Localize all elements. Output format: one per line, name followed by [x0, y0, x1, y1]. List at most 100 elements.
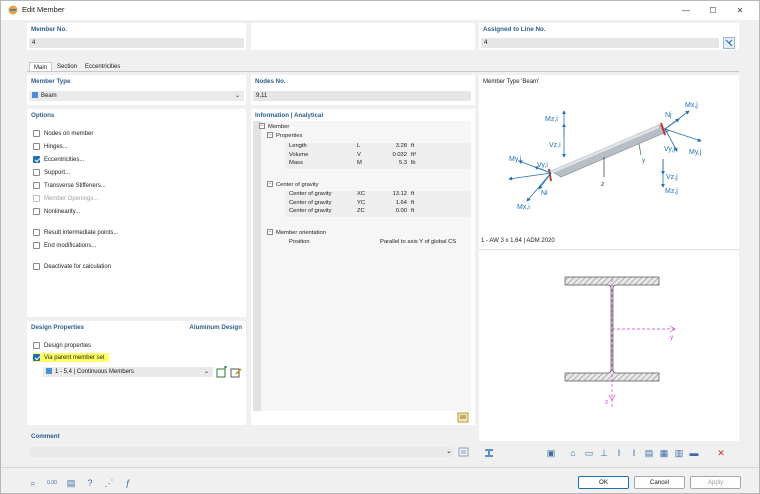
tab-divider	[27, 71, 739, 72]
property-symbol: L	[357, 143, 361, 149]
assigned-line-field[interactable]: 4	[481, 38, 719, 48]
table-icon[interactable]: ▤	[65, 477, 77, 489]
new-member-set-icon[interactable]	[216, 366, 228, 378]
info-export-icon[interactable]	[457, 411, 469, 423]
cancel-button[interactable]: Cancel	[634, 476, 685, 489]
option-result-intermediate-points[interactable]: Result intermediate points...	[33, 228, 118, 237]
checkbox-icon	[33, 143, 40, 150]
help-icon[interactable]: ?	[84, 477, 96, 489]
cross-section-diagram: y z	[564, 276, 676, 409]
minimize-button[interactable]: —	[673, 3, 699, 18]
beam-color-icon	[32, 92, 38, 99]
collapse-icon[interactable]: −	[259, 123, 265, 130]
section-caption: 1 - AW 3 x 1.64 | ADM 2020	[481, 238, 555, 244]
member-set-color-icon	[46, 368, 52, 375]
option-hinges[interactable]: Hinges...	[33, 142, 68, 151]
reset-icon[interactable]: ✕	[715, 447, 727, 459]
option-label: End modifications...	[44, 242, 97, 249]
member-set-select[interactable]: 1 - 5,4 | Continuous Members ⌄	[43, 367, 213, 377]
nodes-field[interactable]: 9,11	[253, 91, 471, 101]
member-app-icon	[8, 5, 18, 15]
property-symbol: ZC	[357, 208, 365, 214]
maximize-button[interactable]: ☐	[700, 3, 726, 18]
property-name: Center of gravity	[289, 208, 332, 214]
property-symbol: XC	[357, 191, 366, 197]
option-eccentricities[interactable]: Eccentricities...	[33, 155, 84, 164]
label-vyj: Vy,j	[664, 146, 675, 153]
property-symbol: M	[357, 160, 362, 166]
member-type-panel: Member Type Beam ⌄	[27, 75, 246, 105]
option-support[interactable]: Support...	[33, 168, 70, 177]
member-no-panel: Member No. 4	[27, 23, 246, 50]
member-set-value: 1 - 5,4 | Continuous Members	[55, 369, 134, 375]
title-bar: Edit Member — ☐ ✕	[1, 1, 759, 20]
print-icon[interactable]: ⌂	[567, 447, 579, 459]
option-label: Result intermediate points...	[44, 229, 119, 236]
stripe-icon[interactable]: ▥	[673, 447, 685, 459]
collapse-icon[interactable]: −	[267, 132, 273, 139]
design-properties-label: Design Properties	[31, 324, 84, 331]
text-alt-icon[interactable]: Ι	[628, 447, 640, 459]
option-label: Hinges...	[44, 143, 68, 150]
frame-icon[interactable]: ▭	[583, 447, 595, 459]
fill-icon[interactable]: ▦	[658, 447, 670, 459]
ok-button[interactable]: OK	[578, 476, 629, 489]
option-end-modifications[interactable]: End modifications...	[33, 241, 96, 250]
edit-member-dialog: Edit Member — ☐ ✕ Member No. 4 Assigned …	[0, 0, 760, 494]
option-member-openings: Member Openings...	[33, 194, 98, 203]
design-properties-checkbox[interactable]: Design properties	[33, 341, 91, 350]
tree-center-of-gravity: − Center of gravity	[267, 181, 319, 190]
label-mzi: Mz,i	[545, 116, 558, 123]
comment-library-icon[interactable]	[458, 446, 470, 458]
formula-icon[interactable]: ƒ	[122, 477, 134, 489]
units-icon[interactable]: 0.00	[46, 477, 58, 489]
options-label: Options	[31, 112, 55, 119]
checkbox-icon	[33, 169, 40, 176]
dimension-icon[interactable]: ⊥	[598, 447, 610, 459]
text-icon[interactable]: Ι	[613, 447, 625, 459]
assigned-line-panel: Assigned to Line No. 4	[479, 23, 739, 50]
printer-icon[interactable]: ▬	[688, 447, 700, 459]
option-nonlinearity[interactable]: Nonlinearity...	[33, 207, 80, 216]
section-view-icon[interactable]: ▣	[545, 447, 557, 459]
pick-line-icon[interactable]	[723, 37, 735, 49]
information-label: Information | Analytical	[255, 112, 324, 119]
section-y-label: y	[670, 334, 674, 341]
checkbox-checked-icon	[33, 156, 40, 163]
property-unit: ft	[411, 208, 415, 214]
checkbox-icon	[33, 342, 40, 349]
nodes-icon[interactable]: ⋰	[103, 477, 115, 489]
option-transverse-stiffeners[interactable]: Transverse Stiffeners...	[33, 181, 106, 190]
apply-button[interactable]: Apply	[690, 476, 741, 489]
property-name: Length	[289, 143, 307, 149]
member-type-select[interactable]: Beam ⌄	[29, 91, 244, 101]
close-button[interactable]: ✕	[727, 3, 753, 18]
checkbox-icon	[33, 130, 40, 137]
option-deactivate-for-calculation[interactable]: Deactivate for calculation	[33, 262, 111, 271]
member-forces-diagram: Mx,j Nj Mz,i Vz,i Vy,j My,j My,i Vy,i Ni…	[508, 102, 702, 211]
property-unit: ft³	[411, 151, 417, 158]
tree-member-orientation: − Member orientation	[267, 229, 326, 238]
design-properties-text: Design properties	[44, 342, 92, 349]
collapse-icon[interactable]: −	[267, 229, 273, 236]
collapse-icon[interactable]: −	[267, 181, 273, 188]
position-name: Position	[289, 239, 310, 245]
option-nodes-on-member[interactable]: Nodes on member	[33, 129, 93, 138]
label-mzj: Mz,j	[665, 188, 678, 195]
property-value: 3.28	[395, 143, 407, 149]
comment-field[interactable]	[29, 447, 453, 457]
checkbox-icon	[33, 208, 40, 215]
section-view-icon[interactable]	[483, 447, 495, 459]
member-no-field[interactable]: 4	[29, 38, 244, 48]
option-label: Nodes on member	[44, 130, 94, 137]
via-parent-checkbox[interactable]: Via parent member set	[33, 353, 109, 362]
label-myj: My,j	[689, 149, 702, 156]
checkbox-icon	[33, 182, 40, 189]
grid-icon[interactable]: ▤	[643, 447, 655, 459]
nodes-panel: Nodes No. 9,11	[251, 75, 475, 105]
search-icon[interactable]: ⌕	[27, 477, 39, 489]
member-type-value: Beam	[41, 93, 57, 99]
edit-member-set-icon[interactable]	[230, 366, 242, 378]
footer-divider	[1, 467, 759, 468]
label-vyi: Vy,i	[537, 162, 548, 169]
